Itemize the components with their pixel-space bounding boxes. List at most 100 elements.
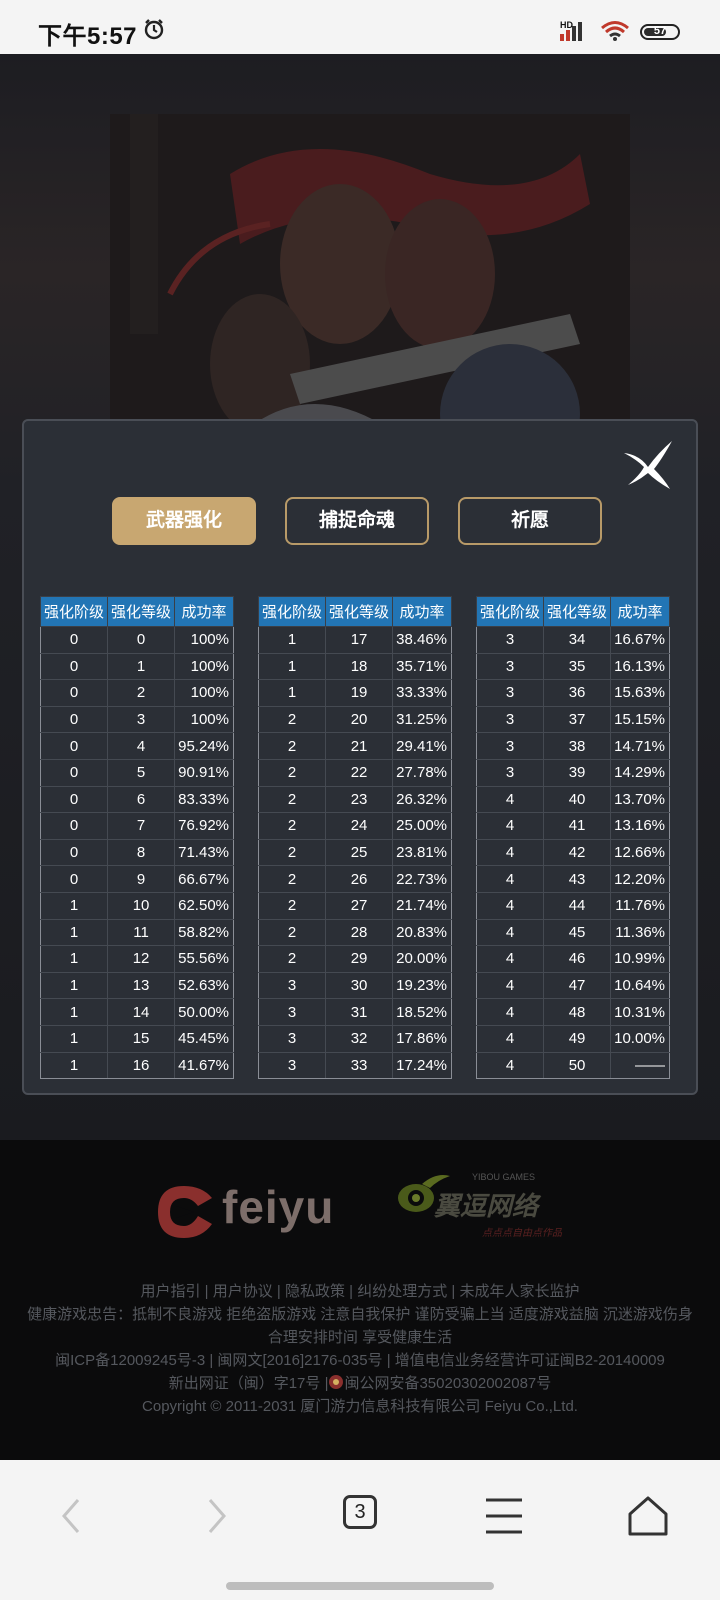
footer-link-guide[interactable]: 用户指引 [140,1283,200,1300]
police-record: 闽公网安备35020302002087号 [344,1375,552,1392]
rate-cell: 13.70% [610,785,670,814]
rate-cell: 52.63% [174,971,234,1000]
level-cell: 48 [543,998,612,1026]
rate-table-1: 强化阶级 强化等级 成功率 0 0 100% 0 1 100% 0 2 100% 0 3 100% 0 4 95.… [39,596,234,1080]
stage-cell: 1 [39,1024,109,1053]
health-notice-1: 健康游戏忠告：抵制不良游戏 拒绝盗版游戏 注意自我保护 谨防受骗上当 适度游戏益… [27,1306,693,1323]
level-cell: 30 [325,971,394,1000]
table-row: 1 17 38.46% [257,626,452,654]
tab-count: 3 [343,1495,377,1529]
rate-cell: 29.41% [392,732,452,760]
level-cell: 18 [325,652,394,681]
menu-icon[interactable] [474,1488,534,1544]
stage-cell: 2 [257,732,327,760]
rate-cell: 19.23% [392,971,452,1000]
publish-info: 新出网证（闽）字17号 | 闽公网安备35020302002087号 [0,1372,720,1395]
level-cell: 1 [107,652,176,681]
table-row: 0 8 71.43% [39,838,234,867]
tabs-button[interactable]: 3 [334,1488,394,1544]
column-header: 强化阶级 [475,596,545,627]
rate-cell: 13.16% [610,812,670,840]
home-icon[interactable] [618,1488,678,1544]
stage-cell: 4 [475,891,545,920]
footer-link-dispute[interactable]: 纠纷处理方式 [357,1283,447,1300]
site-footer: feiyu YIBOU GAMES 翼逗网络 点点点自由点作品 用户指引 | 用… [0,1140,720,1460]
footer-link-parent[interactable]: 未成年人家长监护 [459,1283,579,1300]
tab-wish[interactable]: 祈愿 [458,497,602,545]
forward-icon[interactable] [186,1488,246,1544]
table-row: 4 41 13.16% [475,812,670,840]
stage-cell: 0 [39,626,109,654]
stage-cell: 1 [257,626,327,654]
stage-cell: 4 [475,945,545,973]
stage-cell: 4 [475,971,545,1000]
level-cell: 40 [543,785,612,814]
rate-cell: 12.20% [610,865,670,893]
table-row: 1 19 33.33% [257,679,452,707]
rate-cell: 17.24% [392,1051,452,1080]
footer-link-privacy[interactable]: 隐私政策 [285,1283,345,1300]
level-cell: 11 [107,918,176,947]
rate-cell: 26.32% [392,785,452,814]
table-row: 1 12 55.56% [39,945,234,973]
icp-info: 闽ICP备12009245号-3 | 闽网文[2016]2176-035号 | … [55,1352,665,1369]
table-row: 1 11 58.82% [39,918,234,947]
stage-cell: 0 [39,785,109,814]
table-row: 4 45 11.36% [475,918,670,947]
partner-cn-name: 翼逗网络 [434,1191,539,1221]
level-cell: 33 [325,1051,394,1080]
rate-cell: 95.24% [174,732,234,760]
copyright: Copyright © 2011-2031 厦门游力信息科技有限公司 Feiyu… [142,1398,578,1415]
level-cell: 45 [543,918,612,947]
level-cell: 41 [543,812,612,840]
stage-cell: 3 [257,1051,327,1080]
level-cell: 6 [107,785,176,814]
stage-cell: 2 [257,785,327,814]
back-icon[interactable] [42,1488,102,1544]
level-cell: 49 [543,1024,612,1053]
table-row: 3 36 15.63% [475,679,670,707]
feiyu-logo[interactable]: feiyu [154,1174,350,1246]
level-cell: 2 [107,679,176,707]
column-header: 强化等级 [107,596,176,627]
level-cell: 23 [325,785,394,814]
column-header: 强化阶级 [257,596,327,627]
tab-weapon-enhance[interactable]: 武器强化 [112,497,256,545]
rate-cell: 17.86% [392,1024,452,1053]
rate-cell: 25.00% [392,812,452,840]
stage-cell: 4 [475,865,545,893]
column-header: 成功率 [610,596,670,627]
gesture-bar[interactable] [226,1582,494,1590]
level-cell: 26 [325,865,394,893]
level-cell: 15 [107,1024,176,1053]
table-header-row: 强化阶级 强化等级 成功率 [257,596,452,627]
footer-link-agreement[interactable]: 用户协议 [213,1283,273,1300]
level-cell: 10 [107,891,176,920]
level-cell: 27 [325,891,394,920]
rate-cell: 31.25% [392,705,452,734]
table-row: 1 18 35.71% [257,652,452,681]
close-icon[interactable] [620,439,676,491]
table-row: 1 10 62.50% [39,891,234,920]
table-row: 1 16 41.67% [39,1051,234,1080]
level-cell: 24 [325,812,394,840]
rate-cell: 23.81% [392,838,452,867]
partner-logo[interactable]: YIBOU GAMES 翼逗网络 点点点自由点作品 [392,1170,562,1250]
level-cell: 9 [107,865,176,893]
stage-cell: 1 [257,652,327,681]
level-cell: 16 [107,1051,176,1080]
stage-cell: 1 [39,971,109,1000]
table-row: 2 29 20.00% [257,945,452,973]
stage-cell: 2 [257,918,327,947]
rate-cell: 21.74% [392,891,452,920]
column-header: 强化等级 [325,596,394,627]
level-cell: 25 [325,838,394,867]
tab-capture-soul[interactable]: 捕捉命魂 [285,497,429,545]
stage-cell: 1 [39,891,109,920]
status-time: 下午5:57 [38,23,138,50]
partner-slogan: 点点点自由点作品 [482,1228,562,1239]
table-row: 4 43 12.20% [475,865,670,893]
footer-link-row: 用户指引 | 用户协议 | 隐私政策 | 纠纷处理方式 | 未成年人家长监护 [140,1283,580,1300]
rate-cell: 12.66% [610,838,670,867]
rate-cell: 62.50% [174,891,234,920]
